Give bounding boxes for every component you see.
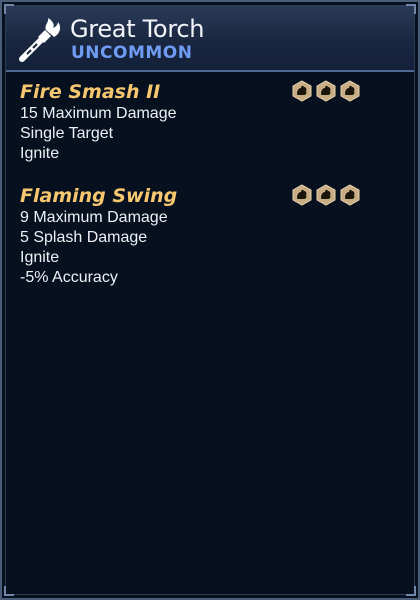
torch-icon — [19, 18, 61, 62]
strength-token-icon — [340, 184, 360, 206]
strength-token-icon — [340, 80, 360, 102]
item-name: Great Torch — [70, 15, 205, 43]
frame-corner-ornament — [4, 586, 14, 596]
skill-effect: -5% Accuracy — [20, 269, 118, 286]
strength-token-icon — [316, 184, 336, 206]
skill-entry: Fire Smash II 15 Maximum Damage Single T… — [20, 80, 400, 164]
item-rarity: UNCOMMON — [71, 43, 193, 63]
skill-effect: Single Target — [20, 125, 114, 142]
skill-effect: 15 Maximum Damage — [20, 105, 177, 122]
skill-effect: 5 Splash Damage — [20, 229, 148, 246]
strength-token-icon — [292, 184, 312, 206]
skill-list: Fire Smash II 15 Maximum Damage Single T… — [20, 80, 400, 308]
skill-cost — [291, 184, 361, 206]
skill-effect: Ignite — [20, 145, 60, 162]
strength-token-icon — [316, 80, 336, 102]
item-header: Great Torch UNCOMMON — [6, 6, 414, 72]
item-tooltip-card: Great Torch UNCOMMON Fire Smash II 15 Ma… — [0, 0, 420, 600]
skill-effect: 9 Maximum Damage — [20, 209, 168, 226]
strength-token-icon — [292, 80, 312, 102]
skill-entry: Flaming Swing 9 Maximum Damage 5 Splash … — [20, 184, 400, 288]
frame-corner-ornament — [406, 586, 416, 596]
skill-cost — [291, 80, 361, 102]
skill-effect: Ignite — [20, 249, 60, 266]
